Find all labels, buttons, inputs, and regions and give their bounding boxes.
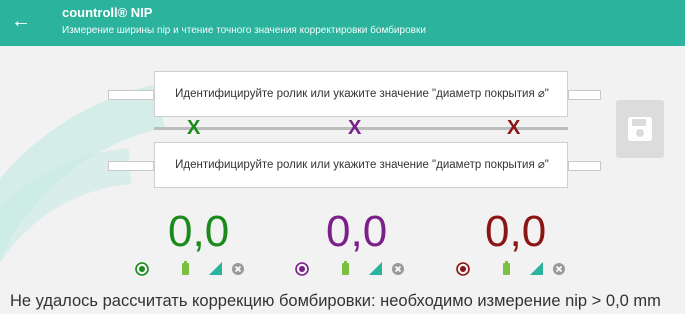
roller-body[interactable]: Идентифицируйте ролик или укажите значен… (154, 142, 568, 188)
battery-icon (342, 261, 349, 275)
top-roller[interactable]: Идентифицируйте ролик или укажите значен… (108, 71, 601, 117)
save-icon (628, 117, 652, 141)
roller-axle-right (568, 90, 601, 100)
battery-icon (503, 261, 510, 275)
signal-icon (209, 262, 222, 275)
roller-axle-left (108, 161, 154, 171)
signal-icon (369, 262, 382, 275)
radio-selected-icon[interactable] (294, 258, 312, 280)
roller-label: Идентифицируйте ролик или укажите значен… (175, 159, 549, 171)
roller-axle-left (108, 90, 154, 100)
marker-x-green: X (187, 117, 201, 139)
radio-selected-icon[interactable] (455, 258, 473, 280)
app-title: countroll® NIP (62, 5, 153, 20)
measurement-value-purple: 0,0 (326, 207, 388, 256)
close-circle-icon (232, 263, 244, 275)
marker-x-red: X (507, 117, 521, 139)
battery-icon (182, 261, 189, 275)
close-circle-icon (392, 263, 404, 275)
bottom-roller[interactable]: Идентифицируйте ролик или укажите значен… (108, 142, 601, 188)
save-button[interactable] (616, 100, 664, 158)
app-subtitle: Измерение ширины nip и чтение точного зн… (62, 25, 426, 36)
close-circle-icon (553, 263, 565, 275)
radio-selected-icon[interactable] (134, 258, 152, 280)
roller-label: Идентифицируйте ролик или укажите значен… (175, 88, 549, 100)
measurement-value-green: 0,0 (168, 207, 230, 256)
status-message: Не удалось рассчитать коррекцию бомбиров… (10, 292, 661, 310)
app-header: ← countroll® NIP Измерение ширины nip и … (0, 0, 685, 46)
signal-icon (530, 262, 543, 275)
roller-body[interactable]: Идентифицируйте ролик или укажите значен… (154, 71, 568, 117)
measurement-value-red: 0,0 (485, 207, 547, 256)
roller-axle-right (568, 161, 601, 171)
marker-x-purple: X (348, 117, 362, 139)
back-arrow-icon[interactable]: ← (10, 10, 32, 32)
